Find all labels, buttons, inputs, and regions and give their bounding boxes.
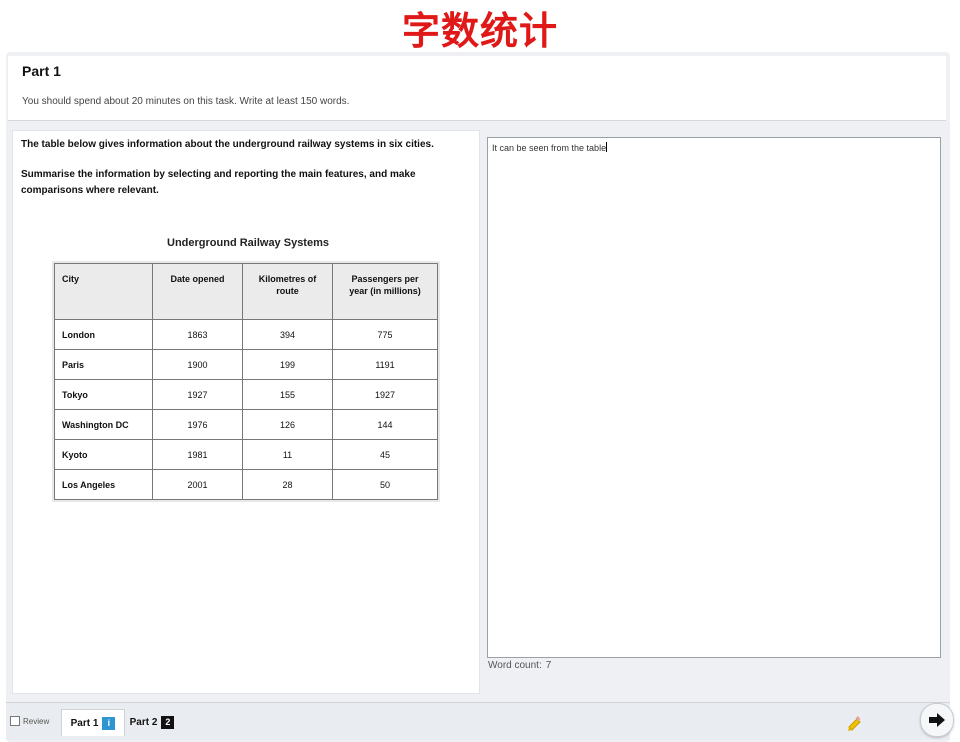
word-count-label: Word count:: [488, 660, 542, 671]
cell-city: Washington DC: [54, 409, 153, 440]
column-header-kilometres-label: Kilometres of route: [258, 274, 317, 296]
review-checkbox[interactable]: Review: [10, 716, 49, 726]
cell-city: London: [54, 319, 153, 350]
part-2-badge: 2: [161, 715, 175, 729]
cell-kilometres: 11: [242, 439, 333, 470]
table-row: Los Angeles 2001 28 50: [54, 469, 438, 500]
cell-date-opened: 2001: [152, 469, 243, 500]
word-count: Word count: 7: [488, 660, 551, 671]
table-row: Paris 1900 199 1191: [54, 349, 438, 380]
tab-part-1[interactable]: Part 1 i: [61, 709, 125, 736]
cell-kilometres: 155: [242, 379, 333, 410]
tab-part-1-label: Part 1: [70, 717, 99, 729]
question-panel: The table below gives information about …: [12, 130, 480, 694]
pencil-icon[interactable]: [846, 715, 862, 731]
text-caret: [606, 142, 608, 152]
answer-textarea[interactable]: It can be seen from the table: [487, 137, 941, 658]
table-row: Tokyo 1927 155 1927: [54, 379, 438, 410]
column-header-city: City: [54, 263, 153, 320]
arrow-right-icon: [929, 713, 945, 727]
cell-city: Kyoto: [54, 439, 153, 470]
next-button[interactable]: [920, 703, 954, 737]
cell-city: Paris: [54, 349, 153, 380]
task-text: The table below gives information about …: [21, 137, 461, 213]
cell-passengers: 144: [332, 409, 438, 440]
task-instructions: You should spend about 20 minutes on thi…: [22, 96, 350, 107]
cell-passengers: 45: [332, 439, 438, 470]
cell-kilometres: 199: [242, 349, 333, 380]
cell-kilometres: 28: [242, 469, 333, 500]
review-label: Review: [23, 716, 50, 726]
page-banner-title: 字数统计: [401, 9, 558, 53]
table-row: Washington DC 1976 126 144: [54, 409, 438, 440]
word-count-value: 7: [545, 660, 552, 671]
cell-date-opened: 1863: [152, 319, 243, 350]
table-row: London 1863 394 775: [54, 319, 438, 350]
cell-kilometres: 394: [242, 319, 333, 350]
cell-date-opened: 1981: [152, 439, 243, 470]
cell-date-opened: 1900: [152, 349, 243, 380]
column-header-date-opened: Date opened: [152, 263, 243, 320]
tab-part-2-label: Part 2: [129, 716, 158, 728]
info-icon: i: [102, 716, 116, 730]
cell-city: Tokyo: [54, 379, 153, 410]
column-header-passengers: Passengers per year (in millions): [332, 263, 438, 320]
answer-text-content: It can be seen from the table: [492, 142, 608, 153]
table-row: Kyoto 1981 11 45: [54, 439, 438, 470]
bottom-navigation-bar: Review Part 1 i Part 2 2: [6, 702, 954, 740]
answer-text: It can be seen from the table: [492, 143, 607, 153]
task-prompt: The table below gives information about …: [21, 139, 434, 150]
cell-date-opened: 1927: [152, 379, 243, 410]
cell-date-opened: 1976: [152, 409, 243, 440]
checkbox-box[interactable]: [10, 716, 20, 726]
cell-passengers: 50: [332, 469, 438, 500]
table-title: Underground Railway Systems: [167, 237, 329, 249]
cell-passengers: 1191: [332, 349, 438, 380]
tab-part-2[interactable]: Part 2 2: [124, 709, 180, 735]
task-instruction: Summarise the information by selecting a…: [21, 169, 416, 196]
column-header-passengers-label: Passengers per year (in millions): [349, 274, 421, 296]
cell-passengers: 1927: [332, 379, 438, 410]
railway-table: City Date opened Kilometres of route Pas…: [54, 263, 438, 500]
column-header-kilometres: Kilometres of route: [242, 263, 333, 320]
part-title: Part 1: [22, 63, 61, 79]
task-header: Part 1 You should spend about 20 minutes…: [8, 56, 946, 121]
table-header-row: City Date opened Kilometres of route Pas…: [54, 263, 438, 320]
cell-city: Los Angeles: [54, 469, 153, 500]
cell-passengers: 775: [332, 319, 438, 350]
cell-kilometres: 126: [242, 409, 333, 440]
